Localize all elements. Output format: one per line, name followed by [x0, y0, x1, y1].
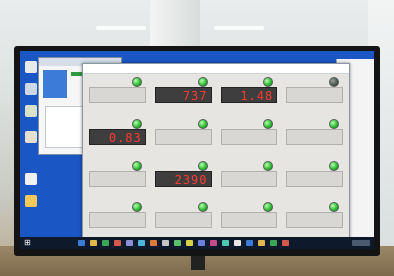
meter-panel	[284, 160, 345, 199]
meter-panel: 737	[153, 76, 214, 115]
meter-display	[220, 170, 278, 187]
meter-display	[286, 212, 343, 229]
meter-display	[286, 87, 343, 103]
status-lamp-icon	[197, 118, 208, 129]
taskbar: ⊞	[20, 237, 374, 249]
taskbar-app-icon[interactable]	[270, 240, 277, 246]
meter-display: 1.48	[220, 87, 278, 103]
meter-grid: 737 1.48 0.83 2390	[87, 76, 345, 240]
desktop-icon[interactable]	[25, 173, 37, 185]
desktop-icon[interactable]	[25, 105, 37, 117]
taskbar-app-icon[interactable]	[234, 240, 241, 246]
status-lamp-icon	[197, 160, 208, 171]
taskbar-app-icon[interactable]	[258, 240, 265, 246]
meter-display	[89, 212, 146, 229]
meter-panel	[153, 118, 214, 157]
meter-panel	[87, 160, 148, 199]
start-button[interactable]: ⊞	[24, 239, 31, 247]
taskbar-app-icon[interactable]	[90, 240, 97, 246]
taskbar-app-icon[interactable]	[174, 240, 181, 246]
taskbar-app-icon[interactable]	[126, 240, 133, 246]
meter-panel	[219, 201, 280, 240]
meter-panel	[87, 201, 148, 240]
folder-icon[interactable]	[25, 195, 37, 207]
meter-display: 737	[154, 87, 212, 103]
status-lamp-icon	[263, 118, 274, 129]
taskbar-app-icon[interactable]	[210, 240, 217, 246]
meter-monitor-window[interactable]: 737 1.48 0.83 2390	[82, 63, 350, 245]
taskbar-app-icon[interactable]	[198, 240, 205, 246]
status-lamp-icon	[329, 118, 339, 129]
meter-display	[220, 212, 278, 229]
system-tray[interactable]	[352, 240, 370, 246]
meter-display: 0.83	[89, 128, 146, 145]
status-lamp-icon	[131, 77, 142, 87]
ceiling-light	[214, 26, 264, 30]
meter-panel	[284, 118, 345, 157]
meter-panel	[87, 76, 148, 115]
meter-panel: 1.48	[219, 76, 280, 115]
monitor-stand	[191, 256, 205, 270]
taskbar-app-icon[interactable]	[150, 240, 157, 246]
status-lamp-icon	[263, 77, 274, 87]
taskbar-app-icon[interactable]	[114, 240, 121, 246]
taskbar-app-icon[interactable]	[186, 240, 193, 246]
status-lamp-icon	[263, 202, 274, 213]
meter-panel: 0.83	[87, 118, 148, 157]
meter-panel	[153, 201, 214, 240]
meter-display: 2390	[154, 170, 212, 187]
meter-panel	[219, 160, 280, 199]
meter-panel	[284, 76, 345, 115]
taskbar-app-icon[interactable]	[282, 240, 289, 246]
desktop-icon[interactable]	[25, 61, 37, 73]
status-lamp-icon	[131, 160, 142, 171]
taskbar-app-icon[interactable]	[246, 240, 253, 246]
meter-panel: 2390	[153, 160, 214, 199]
taskbar-app-icon[interactable]	[78, 240, 85, 246]
meter-display	[286, 170, 343, 187]
status-lamp-icon	[197, 202, 208, 213]
monitor-bezel: 737 1.48 0.83 2390 ⊞	[14, 46, 380, 256]
taskbar-app-icon[interactable]	[222, 240, 229, 246]
status-lamp-icon	[329, 77, 339, 87]
meter-panel	[219, 118, 280, 157]
desktop-icon[interactable]	[25, 131, 37, 143]
status-lamp-icon	[263, 160, 274, 171]
status-lamp-icon	[329, 160, 339, 171]
status-lamp-icon	[131, 118, 142, 129]
meter-display	[89, 87, 146, 103]
desktop-screen: 737 1.48 0.83 2390 ⊞	[20, 51, 374, 249]
status-lamp-icon	[197, 77, 208, 87]
explorer-thumbnail	[43, 70, 67, 98]
ceiling-light	[96, 26, 146, 30]
taskbar-app-icon[interactable]	[162, 240, 169, 246]
desktop-icon[interactable]	[25, 83, 37, 95]
meter-display	[154, 128, 212, 145]
meter-display	[286, 128, 343, 145]
taskbar-app-icon[interactable]	[138, 240, 145, 246]
taskbar-app-icon[interactable]	[102, 240, 109, 246]
status-lamp-icon	[329, 202, 339, 213]
meter-display	[89, 170, 146, 187]
meter-monitor-titlebar[interactable]	[83, 64, 349, 74]
meter-panel	[284, 201, 345, 240]
room-pillar	[150, 0, 200, 46]
meter-display	[154, 212, 212, 229]
status-lamp-icon	[131, 202, 142, 213]
meter-display	[220, 128, 278, 145]
